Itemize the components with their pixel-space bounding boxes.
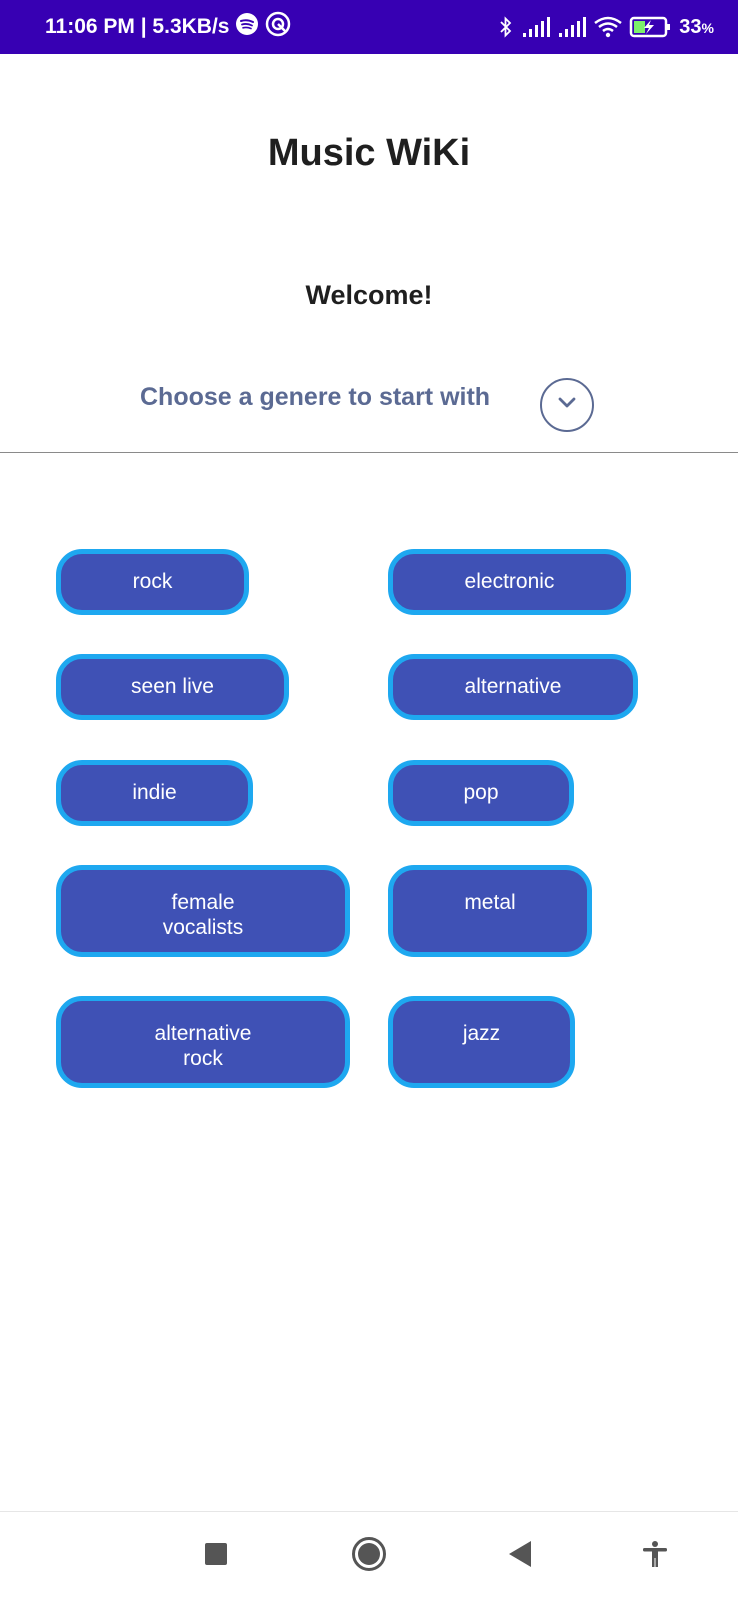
- chevron-down-icon: [555, 395, 579, 416]
- wifi-icon: [593, 15, 623, 39]
- genre-chip-label: rock: [132, 570, 173, 593]
- status-bar: 11:06 PM | 5.3KB/s 33%: [0, 0, 738, 54]
- navigation-bar: [0, 1511, 738, 1601]
- sync-icon: [265, 11, 291, 43]
- genre-chip-indie[interactable]: indie: [56, 760, 253, 826]
- genre-prompt: Choose a genere to start with: [140, 383, 491, 411]
- genre-chip-alternative-rock[interactable]: alternative rock: [56, 996, 350, 1088]
- genre-chip-rock[interactable]: rock: [56, 549, 249, 615]
- signal-icon: [521, 16, 551, 38]
- signal-icon: [557, 16, 587, 38]
- genre-chip-female-vocalists[interactable]: female vocalists: [56, 865, 350, 957]
- genre-chip-pop[interactable]: pop: [388, 760, 574, 826]
- divider: [0, 452, 738, 453]
- genre-chip-label: female vocalists: [162, 891, 244, 939]
- status-time-speed: 11:06 PM | 5.3KB/s: [45, 15, 230, 38]
- genre-chip-alternative[interactable]: alternative: [388, 654, 638, 720]
- bluetooth-icon: [497, 15, 515, 39]
- battery-percent: 33%: [679, 15, 714, 38]
- genre-chip-jazz[interactable]: jazz: [388, 996, 575, 1088]
- accessibility-icon: [641, 1540, 669, 1573]
- welcome-text: Welcome!: [305, 280, 433, 310]
- home-icon: [351, 1536, 387, 1577]
- genre-chip-label: alternative: [464, 675, 562, 698]
- genre-chip-label: alternative rock: [154, 1022, 252, 1070]
- genre-chip-label: pop: [463, 781, 499, 804]
- status-right: 33%: [497, 15, 714, 39]
- status-left: 11:06 PM | 5.3KB/s: [45, 11, 291, 43]
- back-button[interactable]: [490, 1512, 550, 1601]
- spotify-icon: [235, 12, 259, 42]
- genre-chip-label: seen live: [131, 675, 214, 698]
- genre-chip-label: indie: [132, 781, 177, 804]
- recents-button[interactable]: [186, 1512, 246, 1601]
- battery-charging-icon: [629, 15, 673, 39]
- genre-chip-metal[interactable]: metal: [388, 865, 592, 957]
- expand-genres-button[interactable]: [540, 378, 594, 432]
- genre-chip-electronic[interactable]: electronic: [388, 549, 631, 615]
- genre-chip-label: jazz: [462, 1022, 501, 1045]
- back-icon: [507, 1540, 533, 1573]
- app-title: Music WiKi: [267, 132, 471, 174]
- home-button[interactable]: [339, 1512, 399, 1601]
- accessibility-button[interactable]: [625, 1512, 685, 1601]
- genre-chip-seen-live[interactable]: seen live: [56, 654, 289, 720]
- genre-chip-label: metal: [464, 891, 516, 914]
- recents-icon: [204, 1542, 228, 1571]
- genre-chip-label: electronic: [464, 570, 555, 593]
